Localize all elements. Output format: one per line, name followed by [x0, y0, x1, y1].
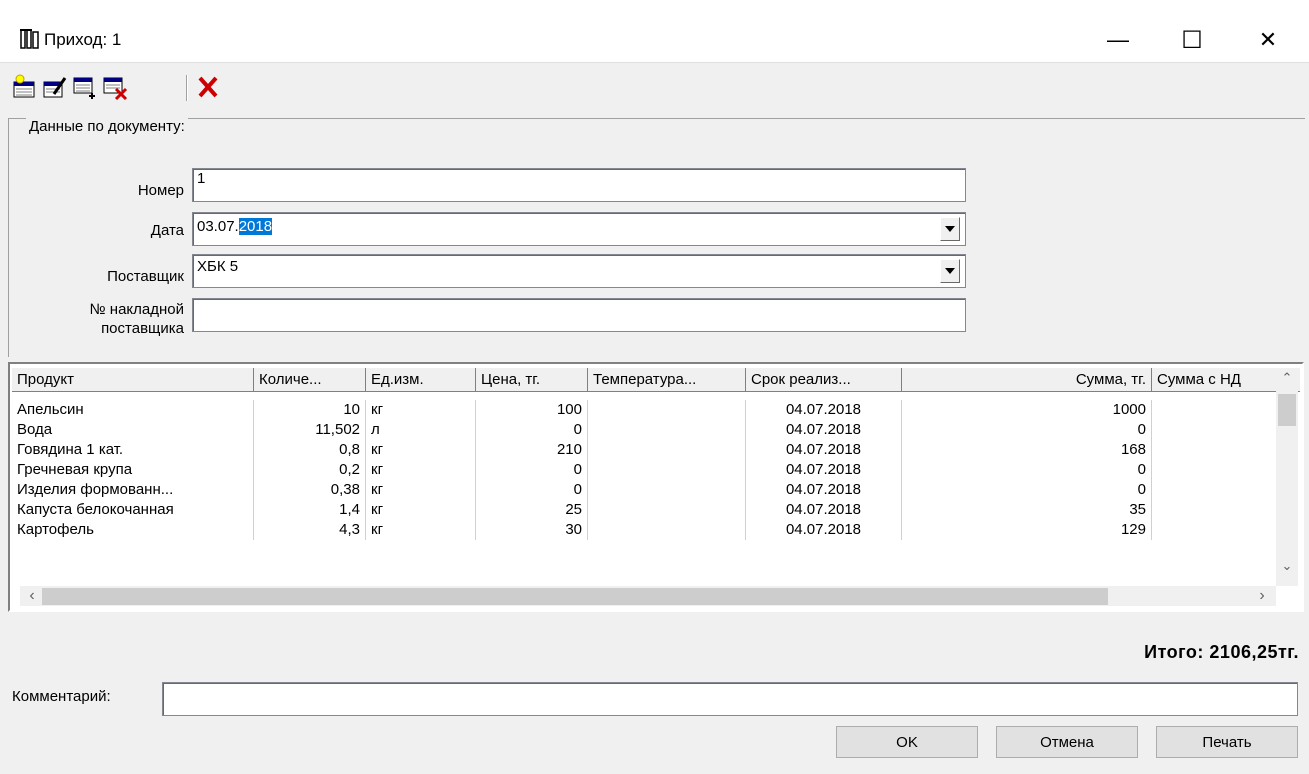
table-cell[interactable]: 04.07.2018: [746, 400, 902, 420]
table-cell[interactable]: [588, 420, 746, 440]
table-cell[interactable]: 168: [902, 440, 1152, 460]
table-cell[interactable]: 0,38: [254, 480, 366, 500]
comment-input[interactable]: [162, 682, 1298, 716]
table-cell[interactable]: 30: [476, 520, 588, 540]
invoice-label: № накладной поставщика: [20, 300, 184, 338]
table-cell[interactable]: 0: [476, 480, 588, 500]
table-cell[interactable]: 04.07.2018: [746, 520, 902, 540]
table-cell[interactable]: 04.07.2018: [746, 440, 902, 460]
table-cell[interactable]: 04.07.2018: [746, 420, 902, 440]
table-cell[interactable]: Апельсин: [12, 400, 254, 420]
column-header[interactable]: Ед.изм.: [366, 368, 476, 392]
table-cell[interactable]: 0,8: [254, 440, 366, 460]
date-value: 03.07.: [197, 218, 239, 235]
table-cell[interactable]: кг: [366, 500, 476, 520]
document-group-label: Данные по документу:: [26, 118, 188, 135]
date-dropdown-button[interactable]: [940, 217, 960, 241]
table-cell[interactable]: Изделия формованн...: [12, 480, 254, 500]
table-cell[interactable]: 04.07.2018: [746, 500, 902, 520]
print-button[interactable]: Печать: [1156, 726, 1298, 758]
table-cell[interactable]: Картофель: [12, 520, 254, 540]
column-header[interactable]: Срок реализ...: [746, 368, 902, 392]
table-cell[interactable]: 25: [476, 500, 588, 520]
table-cell[interactable]: кг: [366, 520, 476, 540]
column-header[interactable]: Цена, тг.: [476, 368, 588, 392]
table-cell[interactable]: Капуста белокочанная: [12, 500, 254, 520]
scroll-left-icon[interactable]: ‹: [22, 586, 42, 606]
table-cell[interactable]: [588, 500, 746, 520]
column-header[interactable]: Температура...: [588, 368, 746, 392]
comment-label: Комментарий:: [12, 688, 111, 705]
table-cell[interactable]: кг: [366, 440, 476, 460]
table-cell[interactable]: 0: [476, 420, 588, 440]
scroll-down-icon[interactable]: ⌄: [1276, 556, 1298, 576]
table-cell[interactable]: 100: [476, 400, 588, 420]
invoice-label-line2: поставщика: [101, 320, 184, 337]
toolbar-separator: [186, 75, 188, 101]
table-cell[interactable]: 11,502: [254, 420, 366, 440]
table-cell[interactable]: Вода: [12, 420, 254, 440]
window-title: Приход: 1: [44, 30, 122, 49]
number-input[interactable]: 1: [192, 168, 966, 202]
table-cell[interactable]: кг: [366, 480, 476, 500]
scroll-up-icon[interactable]: ⌃: [1276, 368, 1298, 388]
table-cell[interactable]: 1000: [902, 400, 1152, 420]
table-cell[interactable]: кг: [366, 400, 476, 420]
scroll-right-icon[interactable]: ›: [1252, 586, 1272, 606]
chevron-down-icon: [945, 226, 955, 232]
table-cell[interactable]: кг: [366, 460, 476, 480]
table-cell[interactable]: 0,2: [254, 460, 366, 480]
products-table[interactable]: Продукт Количе... Ед.изм. Цена, тг. Температ…: [8, 362, 1304, 612]
app-icon: [20, 28, 40, 50]
date-picker[interactable]: 03.07.2018: [192, 212, 966, 246]
invoice-input[interactable]: [192, 298, 966, 332]
table-cell[interactable]: 4,3: [254, 520, 366, 540]
date-value-selected: 2018: [238, 218, 273, 235]
table-cell[interactable]: [588, 460, 746, 480]
table-cell[interactable]: 0: [902, 460, 1152, 480]
remove-row-icon[interactable]: [102, 74, 128, 101]
column-header[interactable]: Продукт: [12, 368, 254, 392]
close-button[interactable]: ✕: [1240, 20, 1296, 60]
table-cell[interactable]: 10: [254, 400, 366, 420]
table-cell[interactable]: [588, 400, 746, 420]
table-cell[interactable]: 210: [476, 440, 588, 460]
table-cell[interactable]: [588, 440, 746, 460]
column-header[interactable]: Сумма, тг.: [902, 368, 1152, 392]
table-cell[interactable]: [588, 480, 746, 500]
table-cell[interactable]: 0: [902, 420, 1152, 440]
cancel-button[interactable]: Отмена: [996, 726, 1138, 758]
invoice-label-line1: № накладной: [89, 301, 184, 318]
table-cell[interactable]: 129: [902, 520, 1152, 540]
supplier-label: Поставщик: [107, 268, 184, 285]
supplier-combobox[interactable]: ХБК 5: [192, 254, 966, 288]
column-header[interactable]: Количе...: [254, 368, 366, 392]
minimize-button[interactable]: —: [1090, 20, 1146, 60]
table-cell[interactable]: 04.07.2018: [746, 460, 902, 480]
horizontal-scroll-thumb[interactable]: [42, 588, 1108, 605]
table-cell[interactable]: л: [366, 420, 476, 440]
table-cell[interactable]: Говядина 1 кат.: [12, 440, 254, 460]
table-cell[interactable]: 1,4: [254, 500, 366, 520]
table-cell[interactable]: Гречневая крупа: [12, 460, 254, 480]
number-label: Номер: [137, 182, 184, 199]
maximize-button[interactable]: ☐: [1164, 20, 1220, 60]
supplier-dropdown-button[interactable]: [940, 259, 960, 283]
table-cell[interactable]: 35: [902, 500, 1152, 520]
table-cell[interactable]: [588, 520, 746, 540]
table-cell[interactable]: 04.07.2018: [746, 480, 902, 500]
total-label: Итого: 2106,25тг.: [1144, 642, 1299, 662]
add-row-icon[interactable]: [72, 74, 98, 100]
date-label: Дата: [150, 222, 184, 239]
new-row-icon[interactable]: [12, 74, 38, 100]
products-table-body: Продукт Количе... Ед.изм. Цена, тг. Температ…: [12, 366, 1300, 610]
ok-button[interactable]: OK: [836, 726, 978, 758]
delete-icon[interactable]: [196, 74, 222, 100]
edit-row-icon[interactable]: [42, 74, 68, 100]
vertical-scroll-thumb[interactable]: [1278, 394, 1296, 426]
chevron-down-icon: [945, 268, 955, 274]
table-cell[interactable]: 0: [476, 460, 588, 480]
table-cell[interactable]: 0: [902, 480, 1152, 500]
